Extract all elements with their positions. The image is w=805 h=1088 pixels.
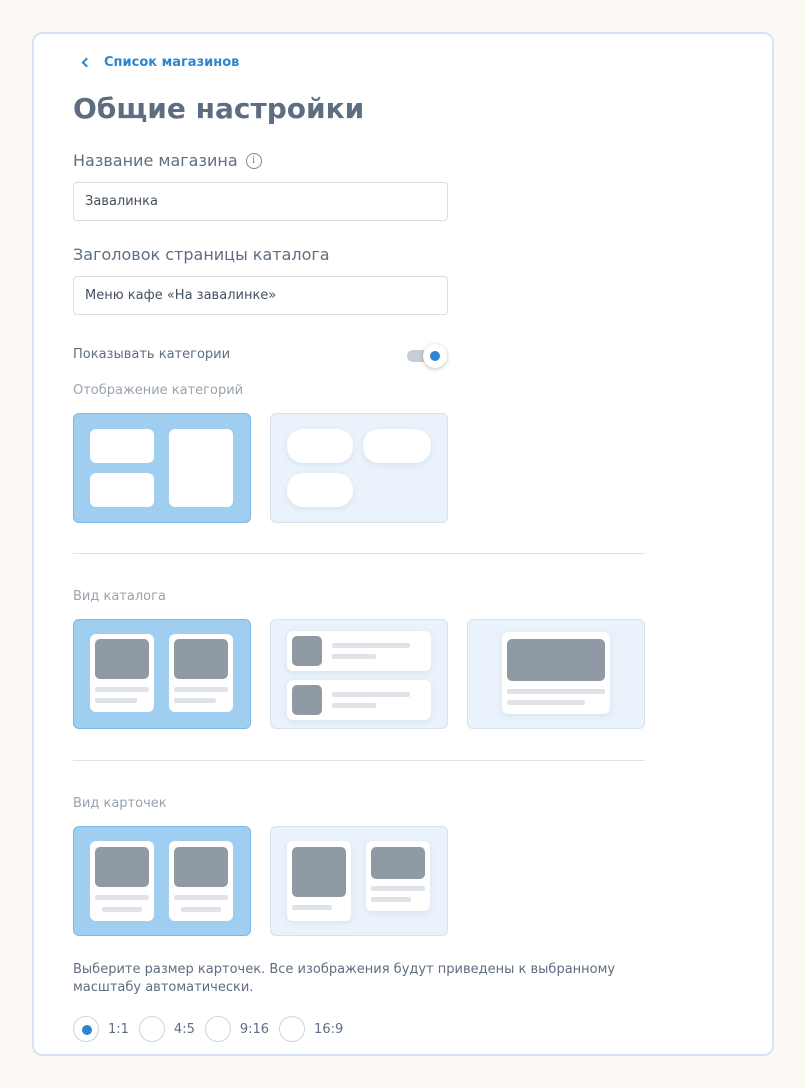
card-view-option-mixed[interactable] xyxy=(270,826,448,936)
store-name-label-row: Название магазина i xyxy=(73,151,262,170)
catalog-title-label: Заголовок страницы каталога xyxy=(73,245,330,264)
card-view-option-equal[interactable] xyxy=(73,826,251,936)
divider xyxy=(73,760,645,761)
card-size-radio-16-9[interactable]: 16:9 xyxy=(279,1016,343,1042)
category-display-option-pills[interactable] xyxy=(270,413,448,523)
catalog-view-option-large[interactable] xyxy=(467,619,645,729)
show-categories-label: Показывать категории xyxy=(73,347,231,362)
catalog-view-option-grid[interactable] xyxy=(73,619,251,729)
chevron-left-icon xyxy=(81,57,92,67)
card-size-radio-group: 1:1 4:5 9:16 16:9 xyxy=(73,1016,353,1042)
radio-circle[interactable] xyxy=(204,1016,231,1042)
catalog-title-input[interactable] xyxy=(73,276,448,315)
back-link[interactable]: Список магазинов xyxy=(80,53,239,71)
radio-label: 4:5 xyxy=(173,1021,195,1037)
radio-circle[interactable] xyxy=(279,1016,306,1042)
card-size-radio-4-5[interactable]: 4:5 xyxy=(138,1016,195,1042)
card-size-radio-9-16[interactable]: 9:16 xyxy=(204,1016,270,1042)
radio-label: 9:16 xyxy=(239,1021,270,1037)
card-size-radio-1-1[interactable]: 1:1 xyxy=(73,1016,129,1042)
show-categories-toggle[interactable] xyxy=(405,344,449,368)
category-display-label: Отображение категорий xyxy=(73,383,244,398)
card-size-description: Выберите размер карточек. Все изображени… xyxy=(73,962,616,995)
category-display-option-tiles[interactable] xyxy=(73,413,251,523)
radio-label: 16:9 xyxy=(314,1021,344,1037)
card-view-label: Вид карточек xyxy=(73,796,167,811)
divider xyxy=(73,553,645,554)
radio-label: 1:1 xyxy=(108,1021,129,1037)
radio-circle[interactable] xyxy=(73,1016,99,1042)
store-name-input[interactable] xyxy=(73,182,448,221)
catalog-view-option-list[interactable] xyxy=(270,619,448,729)
radio-circle[interactable] xyxy=(138,1016,165,1042)
store-name-label: Название магазина xyxy=(73,151,238,170)
info-icon[interactable]: i xyxy=(245,152,262,169)
page-title: Общие настройки xyxy=(73,92,365,125)
back-link-label: Список магазинов xyxy=(104,54,240,70)
catalog-view-label: Вид каталога xyxy=(73,589,166,604)
settings-card: Список магазинов Общие настройки Названи… xyxy=(32,32,774,1056)
